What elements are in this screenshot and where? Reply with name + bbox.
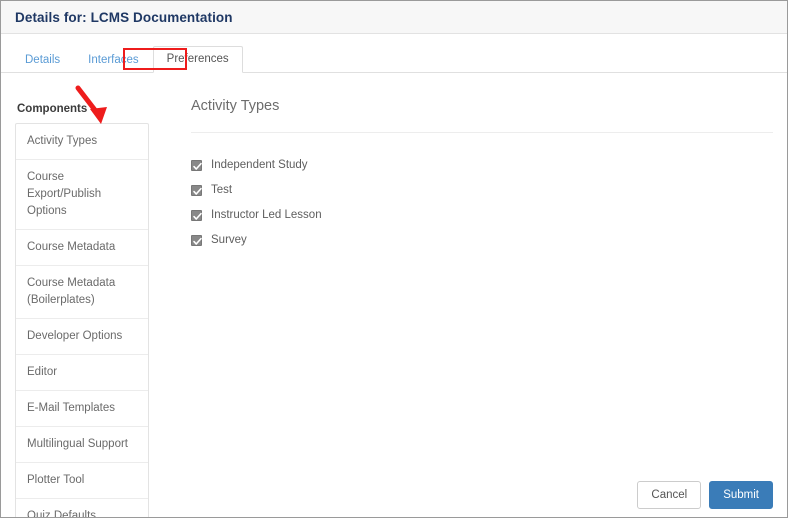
checkbox-label: Instructor Led Lesson [211, 209, 322, 221]
checkbox-label: Test [211, 184, 233, 196]
tab-list: Details Interfaces Preferences [11, 46, 243, 73]
checkbox-label: Survey [211, 234, 247, 246]
sidebar-item-course-export-publish-options[interactable]: Course Export/Publish Options [16, 160, 148, 230]
tab-interfaces[interactable]: Interfaces [74, 47, 153, 73]
panel-divider [191, 132, 773, 133]
sidebar-item-activity-types[interactable]: Activity Types [16, 124, 148, 160]
checkbox-row-test[interactable]: Test [191, 181, 773, 199]
details-dialog: Details for: LCMS Documentation Details … [0, 0, 788, 518]
activity-types-panel: Activity Types Independent Study Test In… [191, 73, 773, 256]
dialog-footer: Cancel Submit [637, 481, 773, 509]
checkbox-row-independent-study[interactable]: Independent Study [191, 156, 773, 174]
sidebar-item-quiz-defaults[interactable]: Quiz Defaults [16, 499, 148, 517]
checkbox-row-survey[interactable]: Survey [191, 231, 773, 249]
sidebar-item-editor[interactable]: Editor [16, 355, 148, 391]
sidebar-item-developer-options[interactable]: Developer Options [16, 319, 148, 355]
sidebar-item-plotter-tool[interactable]: Plotter Tool [16, 463, 148, 499]
checkbox-checked-icon[interactable] [191, 234, 202, 246]
components-list: Activity Types Course Export/Publish Opt… [15, 123, 149, 517]
checkbox-row-instructor-led-lesson[interactable]: Instructor Led Lesson [191, 206, 773, 224]
cancel-button[interactable]: Cancel [637, 481, 702, 509]
dialog-body: Components Activity Types Course Export/… [1, 73, 787, 517]
sidebar-item-multilingual-support[interactable]: Multilingual Support [16, 427, 148, 463]
page-title: Details for: LCMS Documentation [15, 9, 233, 25]
checkbox-checked-icon[interactable] [191, 209, 202, 221]
dialog-header: Details for: LCMS Documentation [1, 1, 787, 34]
activity-types-checkbox-list: Independent Study Test Instructor Led Le… [191, 156, 773, 249]
sidebar-item-email-templates[interactable]: E-Mail Templates [16, 391, 148, 427]
checkbox-label: Independent Study [211, 159, 308, 171]
sidebar-item-course-metadata-boilerplates[interactable]: Course Metadata (Boilerplates) [16, 266, 148, 319]
submit-button[interactable]: Submit [709, 481, 773, 509]
sidebar-item-course-metadata[interactable]: Course Metadata [16, 230, 148, 266]
components-heading: Components [17, 103, 88, 115]
tab-details[interactable]: Details [11, 47, 74, 73]
tab-preferences[interactable]: Preferences [152, 46, 243, 73]
tab-bar: Details Interfaces Preferences [1, 34, 787, 73]
components-sidebar: Components Activity Types Course Export/… [15, 73, 149, 517]
panel-title: Activity Types [191, 98, 280, 114]
checkbox-checked-icon[interactable] [191, 184, 202, 196]
checkbox-checked-icon[interactable] [191, 159, 202, 171]
